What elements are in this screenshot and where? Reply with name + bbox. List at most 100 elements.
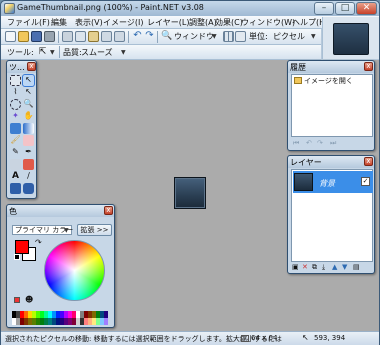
toolbar-separator [128,31,129,43]
add-layer-icon[interactable]: ▣ [292,263,299,271]
tool-label: ツール: [7,48,34,57]
move-selection-icon[interactable]: ⇱ [37,47,48,58]
crop-icon[interactable] [101,31,112,42]
open-image-icon [294,77,302,84]
rewind-icon[interactable]: ⏮ [293,139,299,148]
paintbrush-icon[interactable]: 🖌 [10,135,21,146]
ruler-icon[interactable] [235,31,246,42]
pencil-icon[interactable]: ✎ [10,147,21,158]
chevron-down-icon: ▼ [50,49,55,56]
palette-swatch[interactable] [104,311,108,318]
zoom-icon[interactable]: 🔍 [23,99,34,110]
eraser-icon[interactable] [23,135,34,146]
menu-view[interactable]: 表示(V) [75,17,103,28]
new-icon[interactable] [5,31,16,42]
quality-label: 品質: [63,48,82,57]
palette-menu-icon[interactable]: ☻ [25,295,33,304]
save-icon[interactable] [31,31,42,42]
cursor-position: 593, 394 [314,334,346,342]
quality-select[interactable]: スムーズ [81,47,113,58]
minimize-button[interactable]: – [314,2,334,15]
tool-options-bar: ツール: ⇱ ▼ 品質: スムーズ ▼ [1,45,321,60]
paint-bucket-icon[interactable] [10,123,21,134]
colors-panel: 色 x プライマリ カラー ▼ 拡張 >> ↷ ☻ [6,204,115,328]
ellipse-select-icon[interactable] [10,99,21,110]
merge-layer-icon[interactable]: ⤓ [322,263,325,272]
close-icon[interactable]: x [364,157,373,166]
primary-color-swatch[interactable] [15,240,29,254]
pan-icon[interactable]: ✋ [23,111,34,122]
chevron-down-icon: ▼ [64,227,69,234]
color-picker-icon[interactable]: ✒ [23,147,34,158]
palette-swatch[interactable] [104,318,108,325]
expand-button[interactable]: 拡張 >> [77,224,112,236]
layer-row[interactable]: 背景 ✓ [293,171,373,193]
history-item[interactable]: イメージを開く [293,76,371,86]
deselect-icon[interactable] [114,31,125,42]
rectangle-icon[interactable] [10,183,21,194]
move-layer-down-icon[interactable]: ▼ [342,263,347,271]
close-icon[interactable]: x [364,62,373,71]
menu-adjustments[interactable]: 調整(A) [189,17,217,28]
open-icon[interactable] [18,31,29,42]
cut-icon[interactable] [62,31,73,42]
menu-window[interactable]: ウィンドウ(W) [241,17,295,28]
duplicate-layer-icon[interactable]: ⧉ [312,263,317,272]
main-toolbar: ↶ ↷ 🔍 ウィンドウ ▼ 単位: ピクセル ▼ [1,29,321,45]
color-wheel[interactable] [44,240,105,301]
delete-layer-icon[interactable]: ✕ [302,263,308,271]
text-icon[interactable]: A [10,171,21,182]
menu-edit[interactable]: 編集 [51,17,67,28]
gradient-icon[interactable] [23,123,34,134]
grid-icon[interactable] [223,31,234,42]
line-icon[interactable]: ∕ [23,171,34,182]
close-button[interactable]: ✕ [356,2,377,15]
move-layer-up-icon[interactable]: ▲ [332,263,337,271]
clone-stamp-icon[interactable] [10,159,21,170]
move-selected-icon[interactable]: ↖ [22,74,35,87]
history-item-label: イメージを開く [304,77,353,85]
magic-wand-icon[interactable]: ✦ [10,111,21,122]
canvas-image[interactable] [174,177,206,209]
layers-panel-header[interactable]: レイヤー [288,156,374,168]
menu-layers[interactable]: レイヤー(L) [147,17,189,28]
reset-colors-icon[interactable] [14,254,20,260]
unit-select[interactable]: ピクセル [273,31,305,42]
lasso-select-icon[interactable]: ⌇ [10,87,21,98]
color-mode-select[interactable]: プライマリ カラー [12,225,73,235]
redo-icon[interactable]: ↷ [317,139,323,147]
color-palette[interactable] [12,311,112,325]
close-icon[interactable]: x [27,62,36,71]
zoom-icon[interactable]: 🔍 [161,31,172,42]
redo-icon[interactable]: ↷ [144,31,155,42]
layer-properties-icon[interactable]: ▤ [353,263,360,271]
colors-panel-title: 色 [9,207,17,216]
window-dropdown[interactable]: ウィンドウ [174,31,214,42]
image-size: 64 x 64 [251,334,278,342]
history-list[interactable]: イメージを開く [291,74,373,137]
palette-icon[interactable] [14,297,20,303]
swap-colors-icon[interactable]: ↷ [35,238,42,247]
layer-controls: ▣ ✕ ⧉ ⤓ ▲ ▼ ▤ [291,263,373,273]
menu-image[interactable]: イメージ(I) [103,17,143,28]
layer-thumbnail [294,173,313,191]
recolor-icon[interactable] [23,159,34,170]
rectangle-select-icon[interactable] [10,75,21,86]
undo-icon[interactable]: ↶ [132,31,143,42]
layer-visibility-checkbox[interactable]: ✓ [361,177,370,186]
maximize-button[interactable]: □ [335,2,355,15]
menu-effects[interactable]: 効果(C) [215,17,243,28]
paste-icon[interactable] [88,31,99,42]
print-icon[interactable] [44,31,55,42]
undo-icon[interactable]: ↶ [306,139,312,147]
move-selection-icon[interactable]: ↖ [23,87,34,98]
close-icon[interactable]: x [104,206,113,215]
title-bar[interactable]: GameThumbnail.png (100%) - Paint.NET v3.… [1,1,379,16]
rounded-rectangle-icon[interactable] [23,183,34,194]
history-panel-header[interactable]: 履歴 [288,61,374,73]
image-tab-thumbnail[interactable] [322,17,379,59]
copy-icon[interactable] [75,31,86,42]
colors-panel-header[interactable]: 色 [7,205,114,217]
fast-forward-icon[interactable]: ⏭ [330,139,336,148]
menu-file[interactable]: ファイル(F) [7,17,50,28]
